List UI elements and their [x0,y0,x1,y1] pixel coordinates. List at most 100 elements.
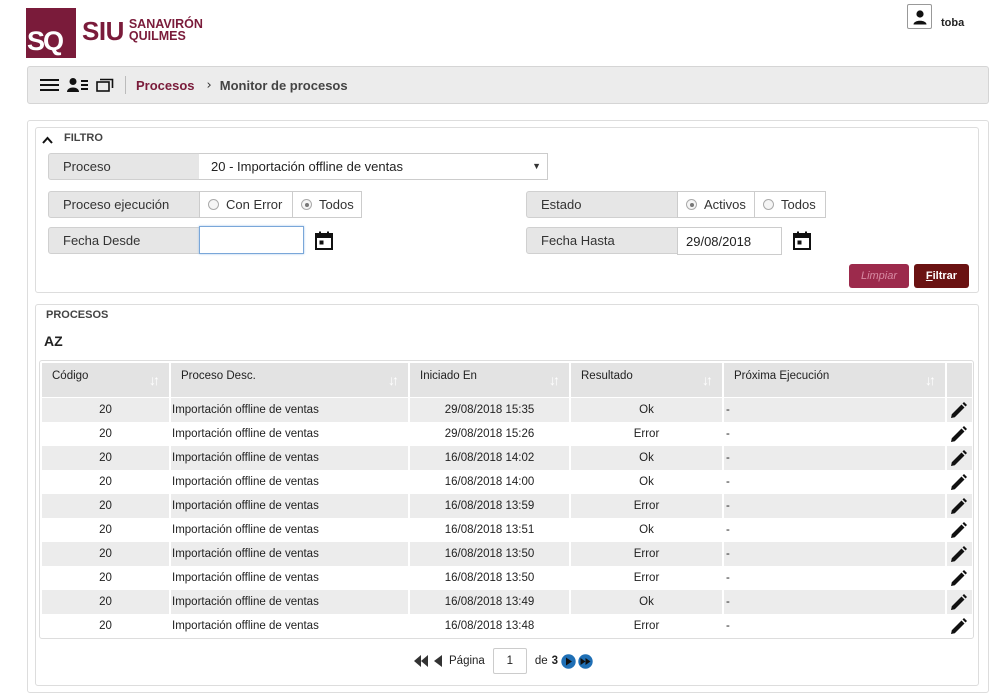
column-header-proceso-desc[interactable]: Proceso Desc. ↓↑ [171,363,408,397]
logo-siu: SIU [82,16,124,46]
radio-con-error-label: Con Error [226,197,283,212]
proceso-ejecucion-label: Proceso ejecución [48,191,200,218]
cell-desc: Importación offline de ventas [171,398,410,422]
calendar-icon[interactable] [315,231,333,254]
radio-activos[interactable]: Activos [677,191,755,218]
estado-label: Estado [526,191,678,218]
page-number-input[interactable]: 1 [492,648,527,674]
edit-icon[interactable] [950,522,967,543]
sort-arrows-icon[interactable]: ↓↑ [925,372,936,388]
fecha-hasta-input[interactable]: 29/08/2018 [677,227,782,255]
cell-proxima: - [724,518,947,542]
calendar-icon[interactable] [793,231,811,254]
cell-codigo: 20 [42,446,171,470]
column-header-iniciado-en[interactable]: Iniciado En ↓↑ [410,363,569,397]
user-menu[interactable]: toba [907,4,964,29]
cell-iniciado: 29/08/2018 15:26 [410,422,571,446]
limpiar-button[interactable]: Limpiar [849,264,909,288]
edit-icon[interactable] [950,426,967,447]
user-name[interactable]: toba [941,17,964,29]
proceso-label: Proceso [48,153,200,180]
first-page-icon[interactable] [414,655,429,667]
cell-iniciado: 16/08/2018 13:59 [410,494,571,518]
table-row: 20 Importación offline de ventas 16/08/201… [42,590,972,614]
breadcrumb-current: Monitor de procesos [219,77,348,93]
cell-iniciado: 16/08/2018 14:02 [410,446,571,470]
proceso-select-value: 20 - Importación offline de ventas [211,159,403,174]
sort-az-icon[interactable]: AZ [44,333,63,349]
radio-todos-ejecucion-label: Todos [319,197,354,212]
cell-desc: Importación offline de ventas [171,614,410,638]
column-header-resultado[interactable]: Resultado ↓↑ [571,363,722,397]
proceso-select[interactable]: 20 - Importación offline de ventas ▼ [199,153,548,180]
cell-desc: Importación offline de ventas [171,494,410,518]
edit-icon[interactable] [950,594,967,615]
cell-iniciado: 16/08/2018 14:00 [410,470,571,494]
user-list-icon[interactable] [67,77,89,93]
cell-desc: Importación offline de ventas [171,518,410,542]
breadcrumb-procesos[interactable]: Procesos [136,78,195,93]
cell-resultado: Ok [571,470,724,494]
radio-con-error-dot[interactable] [208,199,219,210]
de-label: de [534,655,548,667]
total-pages: 3 [551,655,559,667]
cell-proxima: - [724,566,947,590]
cell-iniciado: 16/08/2018 13:50 [410,542,571,566]
menu-icon[interactable] [40,78,60,92]
cell-proxima: - [724,614,947,638]
edit-icon[interactable] [950,402,967,423]
radio-activos-label: Activos [704,197,746,212]
collapse-caret-icon[interactable] [42,133,53,148]
fecha-desde-input[interactable] [199,226,304,254]
edit-icon[interactable] [950,546,967,567]
radio-todos-estado[interactable]: Todos [754,191,826,218]
last-page-icon[interactable] [578,653,593,669]
column-header-proxima-ejecucion[interactable]: Próxima Ejecución ↓↑ [724,363,945,397]
filter-title[interactable]: FILTRO [64,132,103,144]
cell-codigo: 20 [42,614,171,638]
radio-todos-ejecucion[interactable]: Todos [292,191,362,218]
previous-page-icon[interactable] [433,655,443,667]
radio-todos-estado-label: Todos [781,197,816,212]
edit-icon[interactable] [950,618,967,639]
cell-resultado: Ok [571,446,724,470]
pagina-label: Página [449,655,485,667]
cell-desc: Importación offline de ventas [171,470,410,494]
sort-arrows-icon[interactable]: ↓↑ [388,372,399,388]
edit-icon[interactable] [950,450,967,471]
cell-resultado: Error [571,566,724,590]
radio-con-error[interactable]: Con Error [199,191,293,218]
filtrar-button[interactable]: Filtrar [914,264,969,288]
cell-resultado: Ok [571,590,724,614]
column-header-codigo[interactable]: Código ↓↑ [42,363,169,397]
cell-codigo: 20 [42,398,171,422]
sort-arrows-icon[interactable]: ↓↑ [549,372,560,388]
toolbar-separator [125,76,126,94]
windows-icon[interactable] [96,78,114,92]
radio-activos-dot[interactable] [686,199,697,210]
cell-proxima: - [724,542,947,566]
sort-arrows-icon[interactable]: ↓↑ [149,372,160,388]
cell-desc: Importación offline de ventas [171,590,410,614]
sort-arrows-icon[interactable]: ↓↑ [702,372,713,388]
radio-todos-estado-dot[interactable] [763,199,774,210]
cell-resultado: Error [571,494,724,518]
next-page-icon[interactable] [561,653,576,669]
cell-codigo: 20 [42,566,171,590]
edit-icon[interactable] [950,474,967,495]
cell-iniciado: 16/08/2018 13:50 [410,566,571,590]
table-row: 20 Importación offline de ventas 16/08/201… [42,446,972,470]
column-header-actions [947,363,972,397]
user-icon[interactable] [907,4,932,29]
cell-desc: Importación offline de ventas [171,542,410,566]
edit-icon[interactable] [950,570,967,591]
logo-mark: SQ [26,8,76,58]
edit-icon[interactable] [950,498,967,519]
cell-codigo: 20 [42,542,171,566]
cell-desc: Importación offline de ventas [171,446,410,470]
cell-proxima: - [724,590,947,614]
radio-todos-ejecucion-dot[interactable] [301,199,312,210]
cell-codigo: 20 [42,422,171,446]
table-row: 20 Importación offline de ventas 16/08/201… [42,566,972,590]
cell-codigo: 20 [42,470,171,494]
